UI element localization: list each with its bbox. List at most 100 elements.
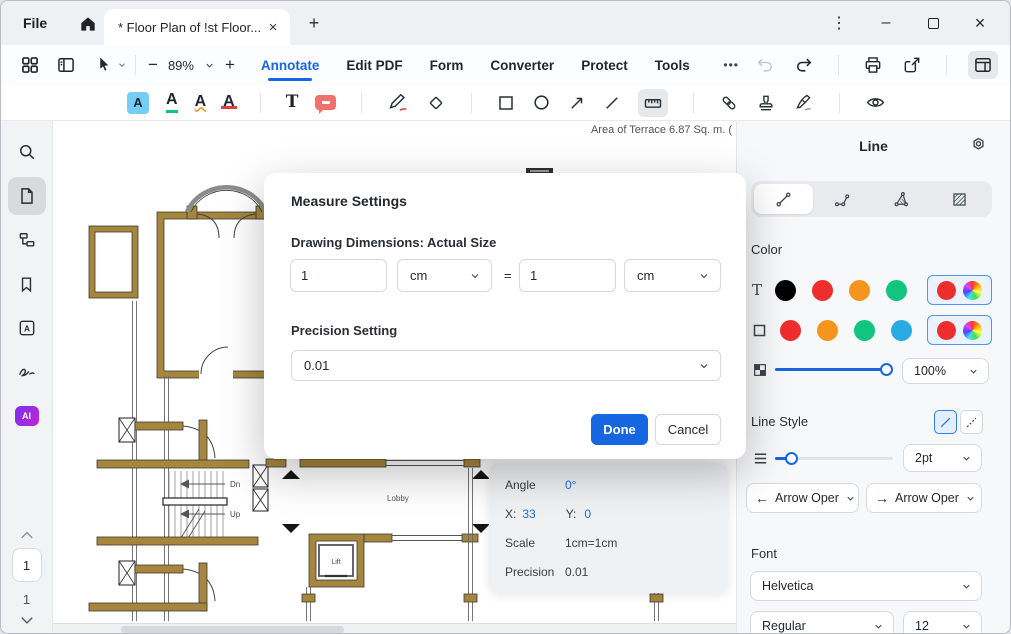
- measure-polygon-area-option[interactable]: [872, 184, 931, 214]
- thickness-select[interactable]: 2pt: [903, 444, 982, 472]
- measure-tool-button[interactable]: [638, 89, 668, 117]
- page-down-icon[interactable]: [20, 615, 34, 625]
- thickness-slider-thumb[interactable]: [785, 452, 798, 465]
- opacity-slider[interactable]: [775, 368, 891, 371]
- chevron-down-icon: [961, 581, 972, 592]
- stairs-up-label: Up: [230, 510, 241, 519]
- info-row-precision: Precision 0.01: [489, 557, 728, 586]
- horizontal-scrollbar[interactable]: [121, 626, 344, 633]
- sidebar-item-ai[interactable]: AI✦: [8, 397, 46, 435]
- tab-converter[interactable]: Converter: [490, 48, 554, 83]
- panel-settings-button[interactable]: [969, 135, 988, 154]
- reading-layout-button[interactable]: [968, 51, 998, 79]
- stairs-down-label: Dn: [230, 480, 240, 489]
- rectangle-tool-button[interactable]: [497, 94, 515, 112]
- tab-protect[interactable]: Protect: [581, 48, 628, 83]
- underline-tool-button[interactable]: A: [166, 92, 178, 113]
- text-color-green-swatch[interactable]: [886, 280, 907, 301]
- arrow-tool-button[interactable]: [568, 94, 586, 112]
- border-color-custom-picker[interactable]: [927, 315, 992, 345]
- eraser-tool-button[interactable]: [426, 93, 446, 113]
- link-tool-button[interactable]: [719, 93, 739, 113]
- dimension-to-input[interactable]: [519, 259, 616, 292]
- minimize-button[interactable]: –: [876, 13, 896, 33]
- current-page-input[interactable]: 1: [12, 548, 42, 582]
- zoom-out-button[interactable]: −: [148, 55, 158, 75]
- show-hide-annotations-button[interactable]: [865, 92, 886, 113]
- redo-button[interactable]: [791, 52, 817, 78]
- file-menu[interactable]: File: [23, 1, 47, 45]
- strikethrough-tool-button[interactable]: A: [223, 94, 235, 112]
- app-menu-kebab-icon[interactable]: ⋮: [829, 13, 849, 33]
- arrow-end-select[interactable]: → Arrow Oper: [866, 483, 982, 513]
- signature-pen-icon: [793, 92, 814, 113]
- opacity-select[interactable]: 100%: [902, 358, 989, 384]
- sidebar-item-annotations[interactable]: A: [8, 309, 46, 347]
- highlight-tool-button[interactable]: A: [127, 92, 149, 114]
- print-button[interactable]: [860, 52, 886, 78]
- home-button[interactable]: [77, 13, 99, 35]
- sidebar-item-outline[interactable]: [8, 221, 46, 259]
- signature-tool-button[interactable]: [793, 92, 814, 113]
- tab-annotate[interactable]: Annotate: [261, 48, 320, 83]
- solid-line-style-button[interactable]: [934, 410, 957, 434]
- stamp-tool-button[interactable]: [756, 93, 776, 113]
- cursor-dropdown-caret-icon[interactable]: [117, 60, 127, 70]
- share-export-button[interactable]: [899, 52, 925, 78]
- zoom-level[interactable]: 89%: [168, 58, 194, 73]
- select-tool-button[interactable]: [91, 52, 117, 78]
- measure-line-option[interactable]: [754, 184, 813, 214]
- measure-rect-area-option[interactable]: [930, 184, 989, 214]
- done-button[interactable]: Done: [591, 414, 648, 445]
- border-color-red-swatch[interactable]: [780, 320, 801, 341]
- undo-button[interactable]: [752, 52, 778, 78]
- cancel-button[interactable]: Cancel: [655, 414, 721, 445]
- zoom-dropdown-caret-icon[interactable]: [204, 60, 215, 71]
- text-color-custom-picker[interactable]: [927, 275, 992, 305]
- text-color-red-swatch[interactable]: [812, 280, 833, 301]
- app-grid-button[interactable]: [17, 52, 43, 78]
- tab-form[interactable]: Form: [430, 48, 464, 83]
- precision-select-value: 0.01: [304, 358, 329, 373]
- tab-tools[interactable]: Tools: [655, 48, 690, 83]
- more-tools-button[interactable]: •••: [723, 58, 739, 72]
- border-color-blue-swatch[interactable]: [891, 320, 912, 341]
- document-tab[interactable]: * Floor Plan of !st Floor... ×: [104, 9, 290, 45]
- dimension-from-input[interactable]: [290, 259, 387, 292]
- circle-tool-button[interactable]: [532, 93, 551, 112]
- text-color-orange-swatch[interactable]: [849, 280, 870, 301]
- font-family-select[interactable]: Helvetica: [750, 571, 982, 601]
- pencil-tool-button[interactable]: [387, 92, 409, 114]
- font-size-select[interactable]: 12: [903, 611, 982, 634]
- sidebar-item-search[interactable]: [8, 133, 46, 171]
- measure-perimeter-option[interactable]: [813, 184, 872, 214]
- properties-panel: Line Color T: [736, 121, 1010, 634]
- zoom-in-button[interactable]: +: [225, 55, 235, 75]
- chevron-down-icon: [698, 360, 710, 372]
- page-up-icon[interactable]: [20, 530, 34, 540]
- border-color-orange-swatch[interactable]: [817, 320, 838, 341]
- font-style-select[interactable]: Regular: [750, 611, 894, 634]
- tab-edit-pdf[interactable]: Edit PDF: [346, 48, 402, 83]
- squiggly-tool-button[interactable]: A: [195, 94, 207, 112]
- new-tab-button[interactable]: +: [303, 12, 325, 34]
- precision-select[interactable]: 0.01: [291, 350, 721, 381]
- unit-to-select[interactable]: cm: [624, 259, 721, 292]
- arrow-start-select[interactable]: ← Arrow Oper: [746, 483, 859, 513]
- sidebar-item-signature[interactable]: [8, 353, 46, 391]
- line-tool-button[interactable]: [603, 94, 621, 112]
- text-tool-button[interactable]: T: [286, 94, 299, 111]
- dashed-line-style-button[interactable]: [960, 410, 983, 434]
- maximize-button[interactable]: [923, 13, 943, 33]
- unit-from-select[interactable]: cm: [397, 259, 492, 292]
- maximize-icon: [928, 18, 939, 29]
- opacity-slider-thumb[interactable]: [880, 363, 893, 376]
- tab-close-icon[interactable]: ×: [264, 18, 282, 36]
- sidebar-item-thumbnails[interactable]: [8, 177, 46, 215]
- panel-toggle-button[interactable]: [53, 52, 79, 78]
- comment-tool-button[interactable]: [315, 95, 336, 110]
- border-color-green-swatch[interactable]: [854, 320, 875, 341]
- sidebar-item-bookmarks[interactable]: [8, 265, 46, 303]
- close-button[interactable]: ×: [970, 13, 990, 33]
- text-color-black-swatch[interactable]: [775, 280, 796, 301]
